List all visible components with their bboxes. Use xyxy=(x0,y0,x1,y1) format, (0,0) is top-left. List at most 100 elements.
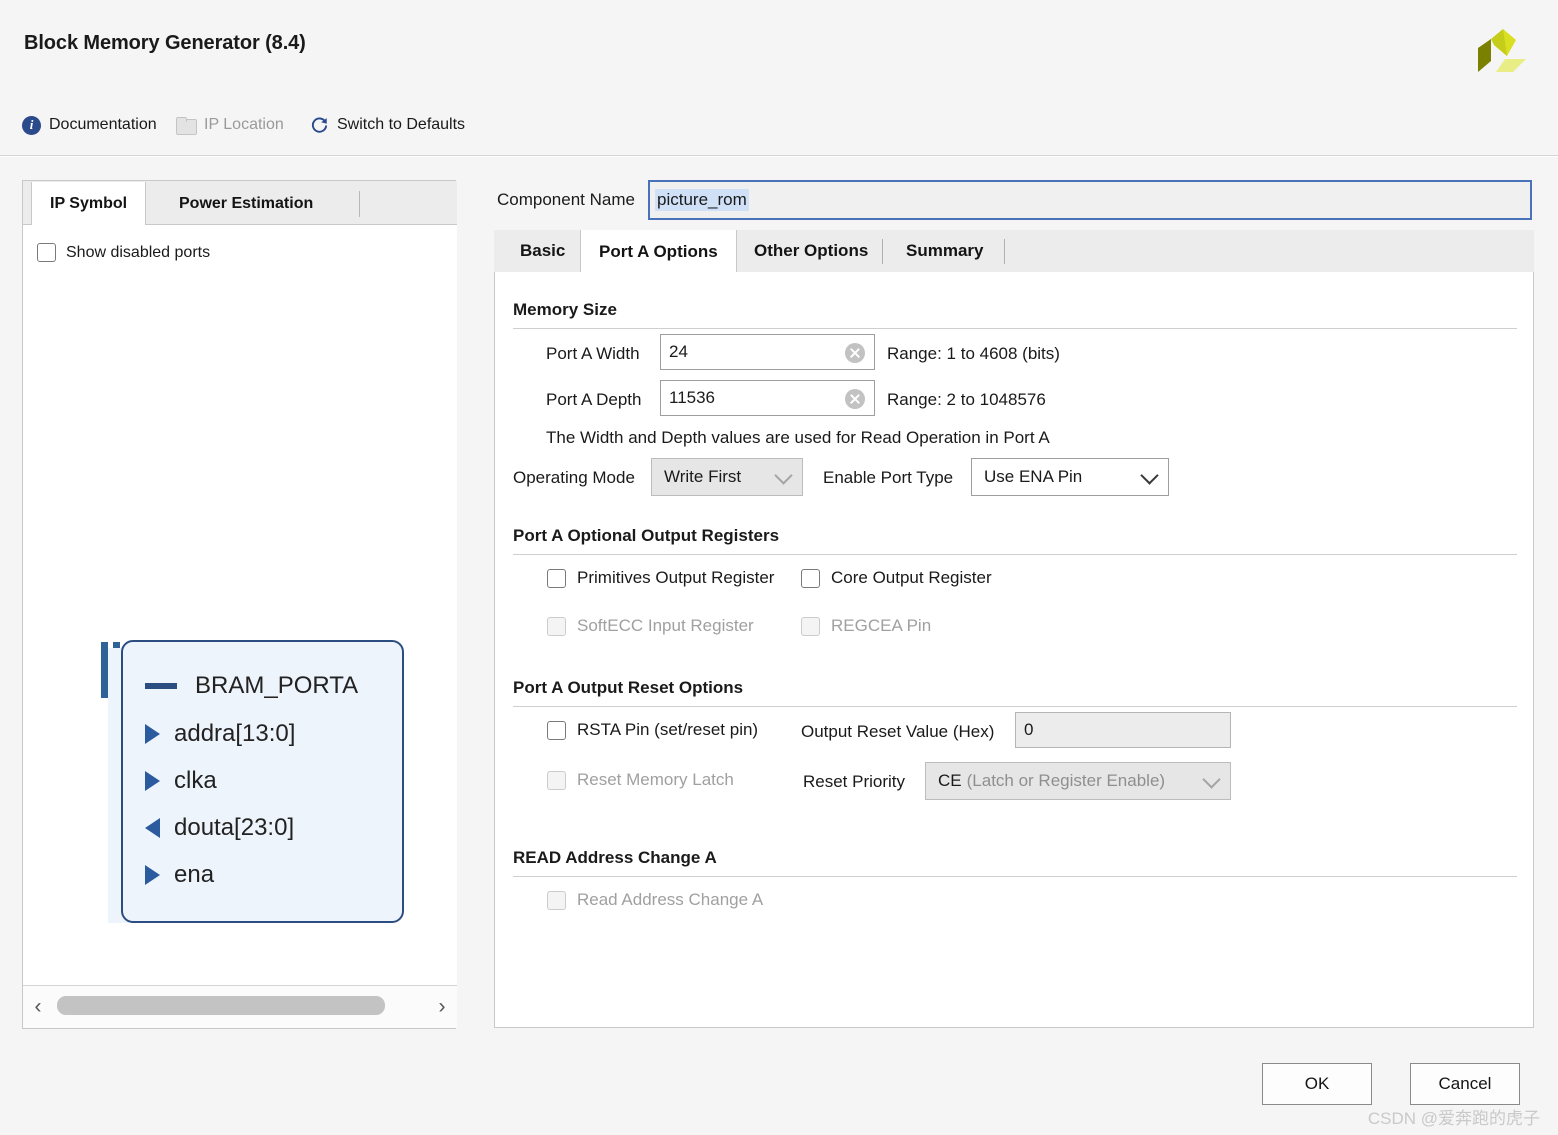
cancel-button[interactable]: Cancel xyxy=(1410,1063,1520,1105)
arrow-in-icon xyxy=(145,724,160,744)
tab-other-options-label: Other Options xyxy=(754,241,869,260)
rsta-pin-checkbox[interactable]: RSTA Pin (set/reset pin) xyxy=(547,720,758,740)
output-reset-options-rule xyxy=(513,706,1517,707)
optional-output-registers-rule xyxy=(513,554,1517,555)
switch-to-defaults-link[interactable]: Switch to Defaults xyxy=(310,112,465,138)
tab-other-options[interactable]: Other Options xyxy=(736,230,886,272)
memory-size-title: Memory Size xyxy=(513,300,617,319)
bram-symbol-diagram: BRAM_PORTA addra[13:0] clka douta[23:0] xyxy=(23,225,457,985)
title-bar: Block Memory Generator (8.4) xyxy=(0,8,1558,80)
port-label-clka: clka xyxy=(174,767,217,794)
tab-separator xyxy=(882,239,883,264)
chevron-down-icon xyxy=(1140,466,1159,485)
core-output-register-label: Core Output Register xyxy=(831,568,992,587)
clear-icon[interactable] xyxy=(845,343,865,363)
scrollbar-thumb[interactable] xyxy=(57,995,385,1015)
toolbar: i Documentation IP Location Switch to De… xyxy=(0,104,1558,150)
port-a-width-range: Range: 1 to 4608 (bits) xyxy=(887,344,1060,363)
refresh-icon xyxy=(311,117,328,133)
softecc-input-register-label: SoftECC Input Register xyxy=(577,616,754,635)
tab-separator xyxy=(1004,239,1005,264)
scroll-left-arrow-icon[interactable]: ‹ xyxy=(23,987,53,1028)
reset-memory-latch-checkbox: Reset Memory Latch xyxy=(547,770,734,790)
tab-summary-label: Summary xyxy=(906,241,984,260)
primitives-output-register-label: Primitives Output Register xyxy=(577,568,775,587)
port-label-bram-porta: BRAM_PORTA xyxy=(195,672,359,699)
port-a-depth-value: 11536 xyxy=(669,388,716,407)
port-bram-porta: BRAM_PORTA xyxy=(145,672,358,700)
bus-bar-left xyxy=(101,642,108,698)
header-divider-highlight xyxy=(0,156,1558,157)
tab-summary[interactable]: Summary xyxy=(888,230,1001,272)
ok-button-label: OK xyxy=(1304,1074,1330,1093)
block-memory-generator-dialog: Block Memory Generator (8.4) i Documenta… xyxy=(0,0,1558,1135)
reset-priority-label: Reset Priority xyxy=(803,772,906,791)
port-a-width-label: Port A Width xyxy=(546,344,640,363)
tab-power-estimation-label: Power Estimation xyxy=(179,194,314,212)
tab-basic[interactable]: Basic xyxy=(502,230,583,272)
chevron-down-icon xyxy=(1202,770,1221,789)
enable-port-type-label: Enable Port Type xyxy=(823,468,954,487)
memory-size-hint: The Width and Depth values are used for … xyxy=(546,428,1050,447)
checkbox-box xyxy=(547,770,566,790)
port-douta: douta[23:0] xyxy=(145,814,294,842)
checkbox-box xyxy=(801,616,820,636)
bus-marker-icon xyxy=(145,683,177,689)
options-panel: Basic Port A Options Other Options Summa… xyxy=(494,230,1534,1028)
ip-symbol-canvas: Show disabled ports BRAM_PORTA addra[13:… xyxy=(23,225,457,985)
arrow-in-icon xyxy=(145,771,160,791)
xilinx-logo xyxy=(1478,29,1526,72)
component-name-label: Component Name xyxy=(497,190,635,209)
reset-priority-select[interactable]: CE (Latch or Register Enable) xyxy=(925,762,1231,800)
regcea-pin-checkbox: REGCEA Pin xyxy=(801,616,931,636)
horizontal-scrollbar[interactable]: ‹ › xyxy=(23,985,457,1028)
tab-basic-label: Basic xyxy=(520,241,566,260)
softecc-input-register-checkbox: SoftECC Input Register xyxy=(547,616,754,636)
options-tabbar: Basic Port A Options Other Options Summa… xyxy=(494,230,1534,273)
scroll-right-arrow-icon[interactable]: › xyxy=(427,987,457,1028)
enable-port-type-select[interactable]: Use ENA Pin xyxy=(971,458,1169,496)
ok-button[interactable]: OK xyxy=(1262,1063,1372,1105)
operating-mode-label: Operating Mode xyxy=(513,468,635,487)
output-reset-value-label: Output Reset Value (Hex) xyxy=(801,722,995,741)
ip-location-link[interactable]: IP Location xyxy=(176,112,284,138)
port-a-width-input[interactable]: 24 xyxy=(660,334,875,370)
core-output-register-checkbox[interactable]: Core Output Register xyxy=(801,568,992,588)
component-name-input[interactable]: picture_rom xyxy=(648,180,1532,220)
ip-symbol-panel: IP Symbol Power Estimation Show disabled… xyxy=(22,180,457,1029)
primitives-output-register-checkbox[interactable]: Primitives Output Register xyxy=(547,568,774,588)
tab-separator xyxy=(359,191,360,217)
output-reset-value-input[interactable]: 0 xyxy=(1015,712,1231,748)
output-reset-options-title: Port A Output Reset Options xyxy=(513,678,744,697)
tab-port-a-options[interactable]: Port A Options xyxy=(580,230,737,273)
tab-ip-symbol[interactable]: IP Symbol xyxy=(31,182,147,226)
ip-location-label: IP Location xyxy=(204,116,284,133)
tab-power-estimation[interactable]: Power Estimation xyxy=(161,182,331,225)
read-address-change-rule xyxy=(513,876,1517,877)
chevron-down-icon xyxy=(774,466,793,485)
port-a-depth-range: Range: 2 to 1048576 xyxy=(887,390,1046,409)
read-address-change-a-checkbox: Read Address Change A xyxy=(547,890,763,910)
port-clka: clka xyxy=(145,767,217,795)
operating-mode-select[interactable]: Write First xyxy=(651,458,803,496)
arrow-in-icon xyxy=(145,865,160,885)
component-name-value: picture_rom xyxy=(655,189,749,211)
port-a-options-content: Memory Size Port A Width 24 Range: 1 to … xyxy=(494,272,1534,1028)
port-label-douta: douta[23:0] xyxy=(174,814,295,841)
documentation-link[interactable]: i Documentation xyxy=(22,112,157,138)
port-a-depth-label: Port A Depth xyxy=(546,390,642,409)
port-label-ena: ena xyxy=(174,861,215,888)
checkbox-box xyxy=(547,568,566,588)
documentation-label: Documentation xyxy=(49,116,157,133)
left-panel-tabs: IP Symbol Power Estimation xyxy=(23,181,457,226)
port-a-depth-input[interactable]: 11536 xyxy=(660,380,875,416)
info-icon: i xyxy=(22,115,41,135)
rsta-pin-label: RSTA Pin (set/reset pin) xyxy=(577,720,759,739)
clear-icon[interactable] xyxy=(845,389,865,409)
operating-mode-value: Write First xyxy=(664,467,742,486)
scrollbar-track[interactable] xyxy=(53,987,427,1028)
output-reset-value-text: 0 xyxy=(1024,720,1034,739)
bram-porta-block: BRAM_PORTA addra[13:0] clka douta[23:0] xyxy=(121,640,404,923)
watermark: CSDN @爱奔跑的虎子 xyxy=(1367,1109,1540,1128)
reset-priority-value-detail: (Latch or Register Enable) xyxy=(966,771,1166,790)
